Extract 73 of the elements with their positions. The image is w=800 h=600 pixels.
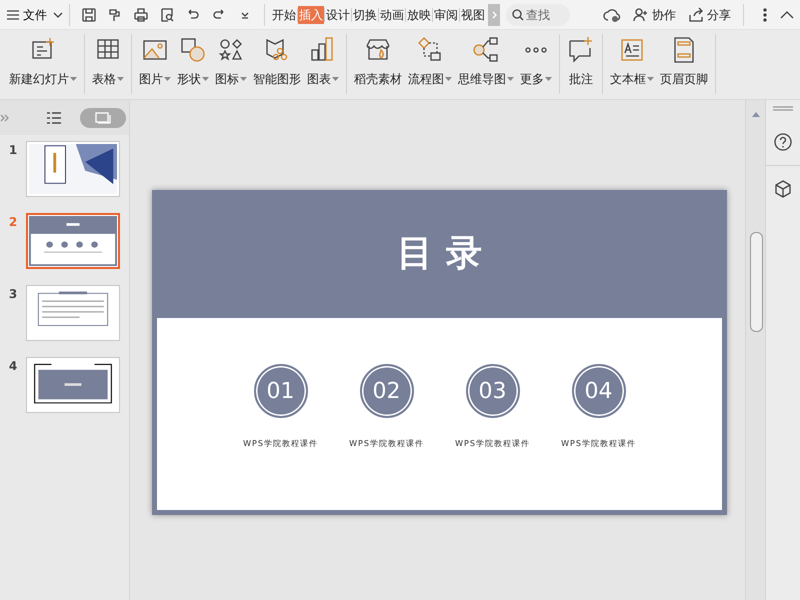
handle-icon[interactable] (773, 106, 793, 111)
cube-icon[interactable] (775, 180, 791, 198)
section-number: 03 (466, 364, 520, 418)
slide-thumbnail[interactable] (26, 285, 120, 341)
add-user-icon (633, 6, 649, 22)
more-icon[interactable] (762, 6, 768, 22)
menu-icon[interactable] (6, 8, 20, 20)
slide-thumbnail[interactable] (26, 213, 120, 269)
ribbon-button[interactable]: 页眉页脚 (657, 34, 711, 94)
caret-icon (164, 77, 171, 81)
ribbon-tab[interactable]: 设计 (325, 6, 351, 24)
file-menu[interactable]: 文件 (23, 6, 47, 24)
ribbon-tab[interactable]: 放映 (406, 6, 432, 24)
caret-icon (117, 77, 124, 81)
list-icon (46, 110, 62, 124)
ribbon-button[interactable]: 智能图形 (250, 34, 304, 94)
slide-title: 目 录 (397, 232, 482, 276)
ribbon-button[interactable]: 图片 (136, 34, 174, 94)
cloud-icon[interactable] (603, 6, 621, 22)
slide-thumbnail[interactable] (26, 141, 120, 197)
scrollbar-thumb[interactable] (750, 232, 763, 332)
caret-icon (332, 77, 339, 81)
collapse-icon[interactable] (780, 10, 794, 18)
slide-number: 4 (8, 358, 18, 375)
ribbon-button[interactable]: 图表 (304, 34, 342, 94)
caret-icon (70, 77, 77, 81)
ribbon-tab[interactable]: 动画 (379, 6, 405, 24)
caret-icon (545, 77, 552, 81)
chevron-down-icon[interactable] (53, 12, 63, 18)
search-field[interactable]: 查找 (506, 4, 570, 26)
caret-icon (202, 77, 209, 81)
ribbon-button[interactable]: 图标 (212, 34, 250, 94)
share-icon (688, 6, 704, 22)
slide-number: 1 (8, 142, 18, 159)
caret-icon (445, 77, 452, 81)
ribbon-button[interactable]: 新建幻灯片 (6, 34, 80, 94)
shapes-icon (179, 36, 207, 64)
ribbon-button[interactable]: 形状 (174, 34, 212, 94)
section-caption: WPS学院教程课件 (561, 438, 636, 450)
help-icon[interactable] (774, 133, 792, 151)
slide-number: 2 (8, 214, 18, 231)
ribbon-tab[interactable]: 开始 (271, 6, 297, 24)
window-icon (95, 112, 111, 124)
ribbon-button[interactable]: 稻壳素材 (351, 34, 405, 94)
collaborate-button[interactable]: 协作 (633, 6, 676, 24)
ribbon-tab[interactable]: 切换 (352, 6, 378, 24)
ribbon-tab[interactable]: 视图 (460, 6, 486, 24)
ribbon-button[interactable]: 流程图 (405, 34, 455, 94)
section-number: 01 (254, 364, 308, 418)
section-number: 04 (572, 364, 626, 418)
save-icon[interactable] (81, 6, 97, 22)
ribbon-button[interactable]: 更多 (517, 34, 555, 94)
section-number: 02 (360, 364, 414, 418)
comment-icon (567, 36, 595, 64)
dots-icon (524, 47, 548, 53)
slide-number: 3 (8, 286, 18, 303)
share-button[interactable]: 分享 (688, 6, 731, 24)
print-preview-icon[interactable] (159, 6, 175, 22)
caret-icon (507, 77, 514, 81)
section-caption: WPS学院教程课件 (243, 438, 318, 450)
thumbnail-view-toggle[interactable] (80, 108, 126, 128)
print-icon[interactable] (133, 6, 149, 22)
section-caption: WPS学院教程课件 (455, 438, 530, 450)
ribbon-tab[interactable]: 审阅 (433, 6, 459, 24)
caret-icon (240, 77, 247, 81)
ribbon-button[interactable]: 思维导图 (455, 34, 517, 94)
ribbon-button[interactable]: 表格 (89, 34, 127, 94)
ribbon-button[interactable]: 批注 (564, 34, 598, 94)
ribbon-button[interactable]: 文本框 (607, 34, 657, 94)
caret-icon (647, 77, 654, 81)
mind-map-icon (472, 36, 500, 64)
slide-thumbnail[interactable] (26, 357, 120, 413)
section-caption: WPS学院教程课件 (349, 438, 424, 450)
